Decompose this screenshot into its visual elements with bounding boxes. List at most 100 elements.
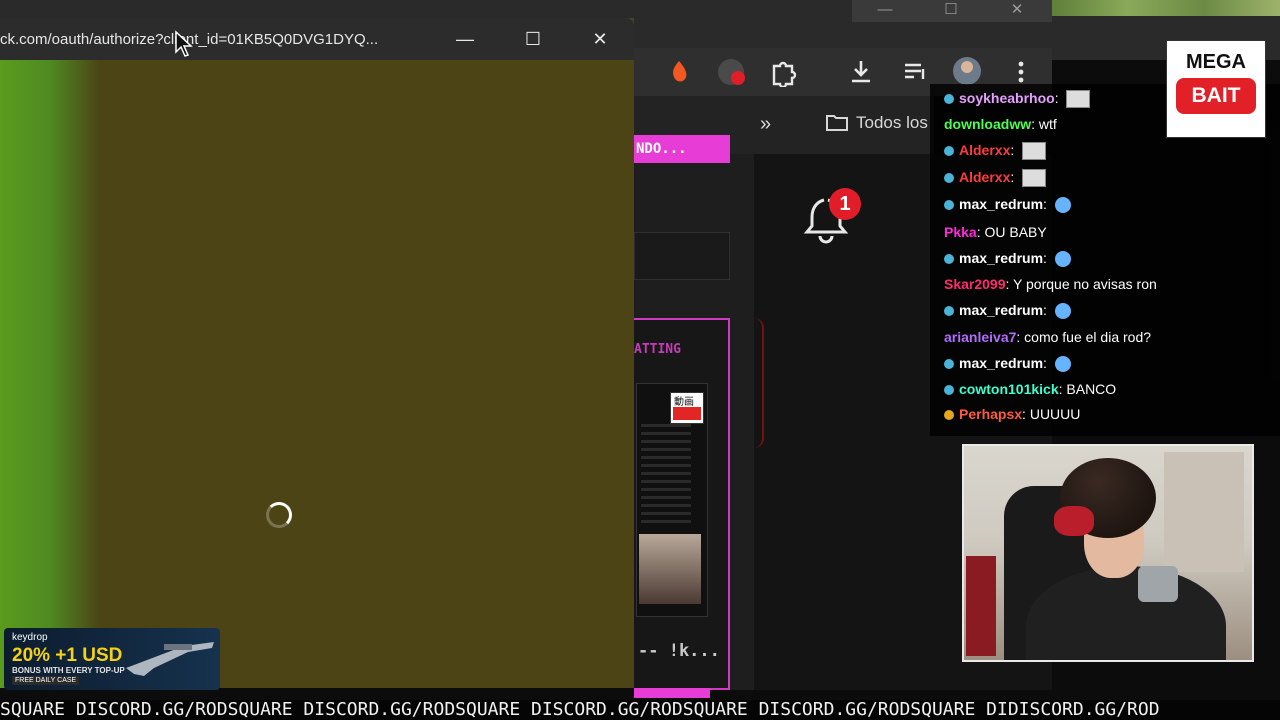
bait-label: BAIT xyxy=(1176,78,1256,114)
minimize-button[interactable]: — xyxy=(432,18,498,60)
chat-username[interactable]: max_redrum xyxy=(959,302,1043,318)
close-button[interactable]: ✕ xyxy=(567,18,633,60)
chat-face-emoji-icon xyxy=(1054,303,1071,320)
chat-message: Perhapsx: UUUUU xyxy=(944,406,1080,422)
chat-separator: : xyxy=(1005,276,1014,292)
folder-icon xyxy=(826,115,848,131)
maximize-button[interactable]: ☐ xyxy=(500,18,566,60)
discord-ticker: SQUARE DISCORD.GG/RODSQUARE DISCORD.GG/R… xyxy=(0,700,1280,720)
chat-username[interactable]: max_redrum xyxy=(959,196,1043,212)
chat-face-emoji-icon xyxy=(1054,197,1071,214)
popup-title-bar: ck.com/oauth/authorize?client_id=01KB5Q0… xyxy=(0,18,634,60)
loading-spinner-icon xyxy=(266,502,292,528)
chat-username[interactable]: downloadww xyxy=(944,116,1031,132)
chat-text: Y porque no avisas ron xyxy=(1013,276,1157,292)
ad-headline: 20% +1 USD xyxy=(12,645,123,666)
chat-message: Skar2099: Y porque no avisas ron xyxy=(944,276,1157,292)
chat-badge-icon xyxy=(944,410,954,421)
chat-username[interactable]: arianleiva7 xyxy=(944,329,1016,345)
ad-free-case: FREE DAILY CASE xyxy=(12,676,80,685)
bookmarks-overflow-button[interactable]: » xyxy=(760,113,771,136)
chat-username[interactable]: max_redrum xyxy=(959,250,1043,266)
bookmark-folder-label: Todos los xyxy=(856,113,928,132)
preview-tag-text: 動画 xyxy=(674,397,694,408)
chat-separator: : xyxy=(1054,90,1063,106)
popup-content xyxy=(0,60,634,688)
menu-kebab-icon[interactable] xyxy=(1006,57,1036,87)
chat-message: max_redrum: xyxy=(944,250,1071,268)
preview-tag: 動画 xyxy=(670,392,704,424)
chat-text: UUUUU xyxy=(1029,406,1081,422)
chat-username[interactable]: soykheabrhoo xyxy=(959,90,1055,106)
bg-maximize-icon[interactable]: ☐ xyxy=(918,0,984,22)
mouse-cursor-icon xyxy=(175,30,193,57)
chat-text: wtf xyxy=(1038,116,1057,132)
panel-footer-text: -- !k... xyxy=(638,641,720,661)
chat-separator: : xyxy=(1043,355,1051,371)
chat-username[interactable]: Skar2099 xyxy=(944,276,1006,292)
chat-message: Alderxx: xyxy=(944,142,1047,161)
extension-avatar-icon[interactable] xyxy=(716,57,746,87)
dark-input-field[interactable] xyxy=(634,232,730,280)
chat-message: downloadww: wtf xyxy=(944,116,1057,132)
chat-username[interactable]: Alderxx xyxy=(959,142,1010,158)
chat-username[interactable]: cowton101kick xyxy=(959,381,1059,397)
bg-close-icon[interactable]: ✕ xyxy=(984,0,1050,22)
profile-avatar-icon[interactable] xyxy=(952,56,982,86)
mega-bait-badge: MEGA BAIT xyxy=(1166,40,1266,138)
chat-separator: : xyxy=(1043,302,1051,318)
chat-text: OU BABY xyxy=(984,224,1047,240)
popup-url: ck.com/oauth/authorize?client_id=01KB5Q0… xyxy=(0,31,379,48)
chat-emote-icon xyxy=(1022,142,1047,161)
chat-message: arianleiva7: como fue el dia rod? xyxy=(944,329,1151,345)
mega-label: MEGA xyxy=(1186,51,1246,73)
chatting-label: ATTING xyxy=(634,342,681,357)
webcam-feed xyxy=(962,444,1254,662)
keydrop-ad[interactable]: keydrop 20% +1 USD BONUS WITH EVERY TOP-… xyxy=(4,628,220,690)
chat-badge-icon xyxy=(944,94,954,105)
ad-subline: BONUS WITH EVERY TOP-UP xyxy=(12,666,125,675)
red-frame-edge xyxy=(752,318,764,448)
chat-message: Pkka: OU BABY xyxy=(944,224,1047,240)
extensions-puzzle-icon[interactable] xyxy=(768,57,798,87)
chat-text: como fue el dia rod? xyxy=(1024,329,1152,345)
chat-message: Alderxx: xyxy=(944,169,1047,188)
ad-brand: keydrop xyxy=(12,632,48,643)
chat-username[interactable]: max_redrum xyxy=(959,355,1043,371)
chat-badge-icon xyxy=(944,200,954,211)
chat-badge-icon xyxy=(944,173,954,184)
chat-badge-icon xyxy=(944,146,954,157)
chat-username[interactable]: Pkka xyxy=(944,224,977,240)
chat-separator: : xyxy=(1043,250,1051,266)
chat-message: max_redrum: xyxy=(944,196,1071,214)
chat-face-emoji-icon xyxy=(1054,251,1071,268)
download-icon[interactable] xyxy=(846,57,876,87)
chat-emote-icon xyxy=(1066,90,1091,109)
background-window-controls: — ☐ ✕ xyxy=(852,0,1052,22)
notification-count-badge: 1 xyxy=(829,188,861,220)
chat-badge-icon xyxy=(944,254,954,265)
chat-message: max_redrum: xyxy=(944,302,1071,320)
chat-badge-icon xyxy=(944,359,954,370)
extension-fire-icon[interactable] xyxy=(664,57,694,87)
chat-username[interactable]: Perhapsx xyxy=(959,406,1022,422)
chat-separator: : xyxy=(1043,196,1051,212)
bookmark-folder-all[interactable]: Todos los xyxy=(826,113,928,133)
media-queue-icon[interactable] xyxy=(900,57,930,87)
chat-separator: : xyxy=(1016,329,1025,345)
rifle-icon xyxy=(126,642,214,676)
wallpaper-strip xyxy=(1052,0,1280,16)
pink-banner: NDO... xyxy=(634,135,730,163)
chat-badge-icon xyxy=(944,385,954,396)
chat-face-emoji-icon xyxy=(1054,356,1071,373)
chat-message: soykheabrhoo: xyxy=(944,90,1091,109)
chat-message: max_redrum: xyxy=(944,355,1071,373)
chat-username[interactable]: Alderxx xyxy=(959,169,1010,185)
chat-separator: : xyxy=(1022,406,1030,422)
chat-separator: : xyxy=(1010,169,1019,185)
pink-button[interactable] xyxy=(634,688,710,698)
chat-emote-icon xyxy=(1022,169,1047,188)
chat-separator: : xyxy=(1031,116,1039,132)
chat-separator: : xyxy=(1010,142,1019,158)
bg-minimize-icon[interactable]: — xyxy=(852,0,918,22)
